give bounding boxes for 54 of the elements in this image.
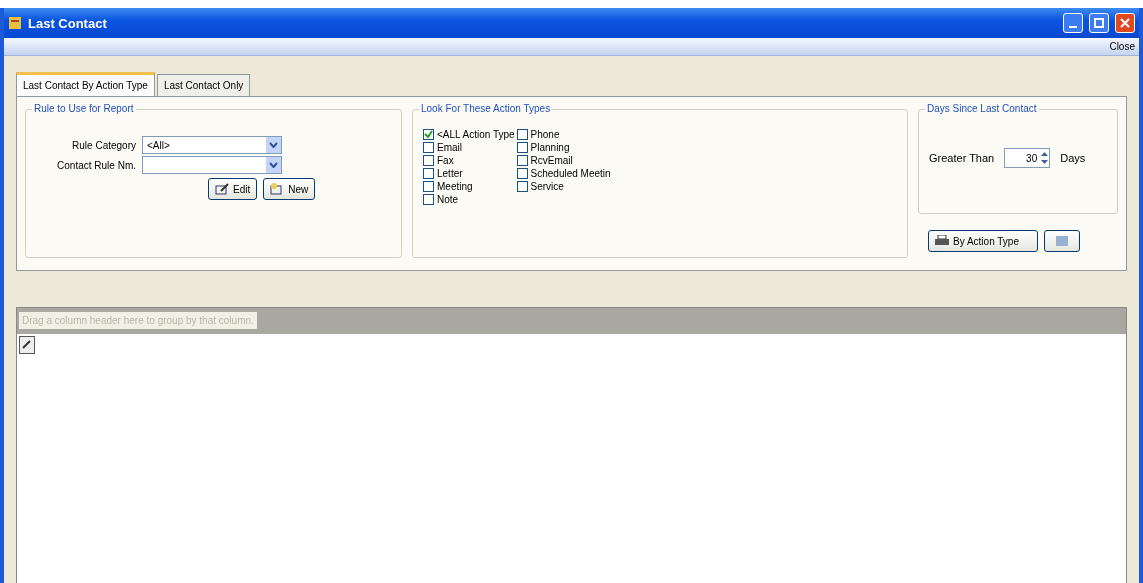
checkbox[interactable] [423, 129, 434, 140]
new-item-icon [270, 183, 285, 195]
tab[interactable]: Last Contact Only [156, 74, 251, 96]
export-button[interactable] [1044, 230, 1080, 252]
number-spinner[interactable]: 30 [1004, 148, 1051, 168]
export-icon [1056, 236, 1068, 246]
checkbox[interactable] [423, 142, 434, 153]
checkbox[interactable] [516, 168, 528, 179]
close-icon [1120, 18, 1130, 28]
checkbox-label: Scheduled Meetin [530, 168, 611, 179]
minimize-icon [1069, 26, 1077, 28]
checkbox-label: Note [437, 194, 459, 205]
field-label: Greater Than [929, 152, 995, 164]
column-chooser-icon[interactable] [19, 336, 35, 354]
checkbox[interactable] [423, 168, 434, 179]
edit-button[interactable]: Edit [208, 178, 258, 200]
checkbox-label: Service [530, 181, 564, 192]
checkbox[interactable] [423, 194, 434, 205]
window-title: Last Contact [28, 15, 108, 31]
group-title: Rule to Use for Report [32, 103, 136, 114]
report-button[interactable]: By Action Type [928, 230, 1038, 252]
checkbox-label: Letter [437, 168, 463, 179]
checkbox[interactable] [423, 155, 434, 166]
dropdown[interactable] [142, 156, 282, 174]
maximize-button[interactable] [1089, 13, 1109, 33]
chevron-down-icon [266, 137, 281, 153]
checkbox[interactable] [516, 181, 528, 192]
checkbox[interactable] [516, 129, 528, 140]
printer-icon [935, 235, 949, 247]
unit-label: Days [1060, 152, 1086, 164]
dropdown[interactable]: <All> [142, 136, 282, 154]
checkbox-label: Fax [437, 155, 454, 166]
minimize-button[interactable] [1063, 13, 1083, 33]
checkbox-label: Meeting [437, 181, 473, 192]
field-label: Contact Rule Nm. [56, 159, 136, 171]
checkbox-label: Email [437, 142, 462, 153]
checkbox-label: Planning [530, 142, 570, 153]
close-button[interactable] [1115, 13, 1135, 33]
tab[interactable]: Last Contact By Action Type [16, 72, 155, 96]
group-title: Look For These Action Types [419, 103, 553, 114]
chevron-down-icon [266, 157, 281, 173]
field-label: Rule Category [71, 139, 136, 151]
checkbox[interactable] [516, 155, 528, 166]
checkbox[interactable] [423, 181, 434, 192]
app-icon [8, 16, 22, 30]
group-title: Days Since Last Contact [925, 103, 1039, 114]
checkbox-label: Phone [530, 129, 560, 140]
checkbox-label: RcvEmail [530, 155, 573, 166]
checkbox-label: <ALL Action Type [437, 129, 515, 140]
close-link[interactable]: Close [1109, 41, 1135, 52]
edit-icon [215, 183, 229, 195]
new-button[interactable]: New [263, 178, 316, 200]
maximize-icon [1094, 18, 1104, 28]
checkbox[interactable] [516, 142, 528, 153]
